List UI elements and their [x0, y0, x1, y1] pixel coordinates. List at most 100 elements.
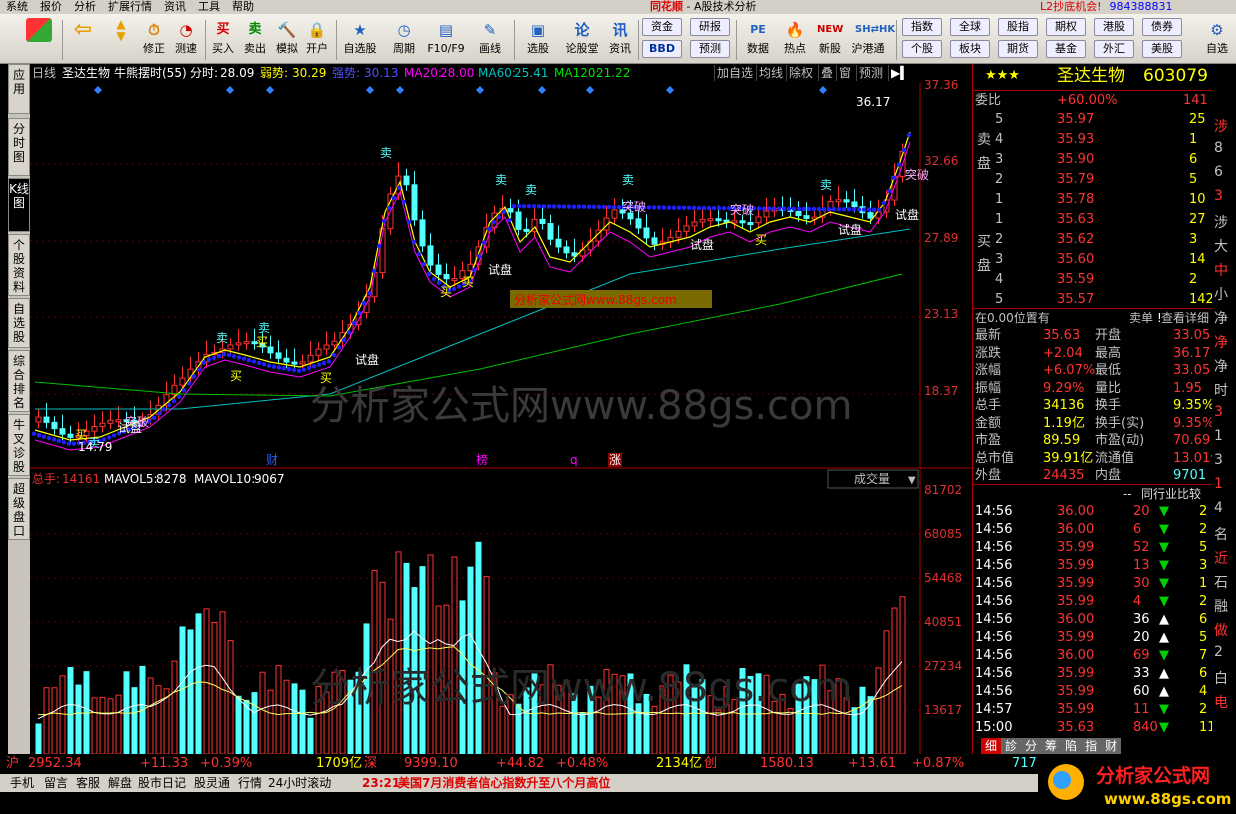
new-stock-button[interactable]: NEW 新股 [814, 18, 846, 62]
custom-button[interactable]: ⚙ 自选 [1200, 18, 1234, 62]
speed-test-button[interactable]: ◔ 测速 [170, 18, 202, 62]
bond-button[interactable]: 债券 [1142, 18, 1182, 36]
promo-text[interactable]: L2抄底机会! [1040, 0, 1102, 13]
sell-icon: 卖 [248, 22, 262, 37]
back-button[interactable]: ⇦ [66, 18, 100, 62]
futures-button[interactable]: 期货 [998, 40, 1038, 58]
trend-dot [861, 207, 867, 212]
tab-trap[interactable]: 陷 [1061, 738, 1082, 754]
simulate-button[interactable]: 🔨 模拟 [272, 18, 302, 62]
us-stock-button[interactable]: 美股 [1142, 40, 1182, 58]
info-button[interactable]: 讯资讯 [604, 18, 636, 62]
kline-svg[interactable]: 卖买卖 买买卖买卖试盘买买试盘卖卖卖突破试盘突破买卖试盘试盘突破突破试盘 分析家公… [30, 64, 972, 754]
tab-intraday[interactable]: 分时图 [8, 118, 30, 176]
ranking-marker[interactable]: 榜 [476, 452, 488, 467]
tab-profile[interactable]: 个股资料 [8, 234, 30, 296]
status-analysis[interactable]: 解盘 [108, 774, 132, 792]
sz-label: 深 [364, 756, 378, 771]
industry-compare-button[interactable]: 同行业比较 [1141, 485, 1201, 503]
fund-button[interactable]: 资金 [642, 18, 682, 36]
open-account-button[interactable]: 🔒 开户 [302, 18, 332, 62]
revise-button[interactable]: ⏱ 修正 [138, 18, 170, 62]
menu-analysis[interactable]: 分析 [68, 0, 102, 14]
trend-dot [846, 207, 852, 212]
tab-index[interactable]: 指 [1081, 738, 1102, 754]
signal-label: 突破 [905, 167, 929, 182]
finance-marker[interactable]: 财 [266, 453, 278, 467]
period-button[interactable]: ◷ 周期 [384, 18, 424, 62]
view-detail-link[interactable]: 查看详细 [1161, 309, 1209, 327]
tab-diag[interactable]: 診 [1001, 738, 1022, 754]
status-mobile[interactable]: 手机 [10, 774, 34, 792]
menu-help[interactable]: 帮助 [226, 0, 260, 14]
forecast-button[interactable]: 预测 [690, 40, 730, 58]
windows-button[interactable] [22, 18, 56, 62]
volume-select-label[interactable]: 成交量 [854, 471, 890, 486]
single-stock-button[interactable]: 个股 [902, 40, 942, 58]
weibi-label: 委比 [975, 93, 1002, 108]
trend-dot [206, 357, 212, 362]
candle-body [323, 344, 330, 350]
stock-picker-button[interactable]: ▣ 选股 [518, 18, 558, 62]
forex-button[interactable]: 外汇 [1094, 40, 1134, 58]
hk-stock-button[interactable]: 港股 [1094, 18, 1134, 36]
status-message[interactable]: 留言 [44, 774, 68, 792]
volume-bar [291, 683, 298, 754]
updown-button[interactable]: ▲ ▼ [106, 18, 136, 62]
tab-watchlist[interactable]: 自选股 [8, 298, 30, 348]
tab-chips[interactable]: 筹 [1041, 738, 1062, 754]
buy-button[interactable]: 买买入 [208, 18, 238, 62]
status-stock-link[interactable]: 股灵通 [194, 774, 230, 792]
news-headline[interactable]: 美国7月消费者信心指数升至八个月高位 [398, 774, 610, 792]
signal-label: 试盘 [355, 352, 379, 367]
trend-dot [411, 239, 417, 245]
signal-label: 卖 [525, 183, 537, 197]
trend-dot [711, 205, 717, 211]
menu-tools[interactable]: 工具 [192, 0, 226, 14]
watermark-main: 分析家公式网www.88gs.com [310, 383, 852, 429]
candle-body [235, 342, 242, 346]
status-quote[interactable]: 行情 [238, 774, 262, 792]
tab-minute[interactable]: 分 [1021, 738, 1042, 754]
tab-diagnosis[interactable]: 牛叉诊股 [8, 414, 30, 476]
candle-body [91, 426, 98, 432]
menu-news[interactable]: 资讯 [158, 0, 192, 14]
sector-button[interactable]: 板块 [950, 40, 990, 58]
status-service[interactable]: 客服 [76, 774, 100, 792]
up-arrow-icon: ▲ [1159, 612, 1169, 627]
f10-button[interactable]: ▤ F10/F9 [424, 18, 468, 62]
watchlist-button[interactable]: ★ 自选股 [340, 18, 380, 62]
data-button[interactable]: PE 数据 [740, 18, 776, 62]
menu-extended[interactable]: 扩展行情 [102, 0, 158, 14]
status-diary[interactable]: 股市日记 [138, 774, 186, 792]
menu-quote[interactable]: 报价 [34, 0, 68, 14]
global-button[interactable]: 全球 [950, 18, 990, 36]
tab-apps[interactable]: 应用 [8, 64, 30, 114]
sell-button[interactable]: 卖卖出 [240, 18, 270, 62]
forum-button[interactable]: 论论股堂 [562, 18, 602, 62]
options-button[interactable]: 期权 [1046, 18, 1086, 36]
tab-finance[interactable]: 财 [1101, 738, 1122, 754]
clipped-char: 名 [1214, 527, 1228, 543]
tab-kline[interactable]: K线图 [8, 178, 30, 232]
tab-ranking[interactable]: 综合排名 [8, 350, 30, 412]
research-button[interactable]: 研报 [690, 18, 730, 36]
tab-detail[interactable]: 细 [981, 738, 1002, 754]
status-24h[interactable]: 24小时滚动 [268, 774, 331, 792]
q-marker[interactable]: q [570, 453, 578, 467]
draw-line-button[interactable]: ✎ 画线 [470, 18, 510, 62]
trend-dot [831, 207, 837, 212]
funds-button[interactable]: 基金 [1046, 40, 1086, 58]
bbd-button[interactable]: BBD [642, 40, 682, 58]
rise-marker[interactable]: 涨 [609, 452, 621, 467]
index-button[interactable]: 指数 [902, 18, 942, 36]
stock-index-button[interactable]: 股指 [998, 18, 1038, 36]
tab-super-order[interactable]: 超级盘口 [8, 478, 30, 540]
chevron-down-icon[interactable]: ▼ [908, 475, 916, 486]
kline-chart-area[interactable]: 日线 圣达生物 牛熊摆时(55) 分时: 28.09 弱势: 30.29 强势:… [30, 64, 972, 754]
hotspot-button[interactable]: 🔥 热点 [778, 18, 812, 62]
menu-system[interactable]: 系统 [0, 0, 34, 14]
hk-connect-button[interactable]: SH⇄HK 沪港通 [848, 18, 896, 62]
volume-bar [251, 692, 258, 754]
volume-bar [715, 709, 722, 754]
